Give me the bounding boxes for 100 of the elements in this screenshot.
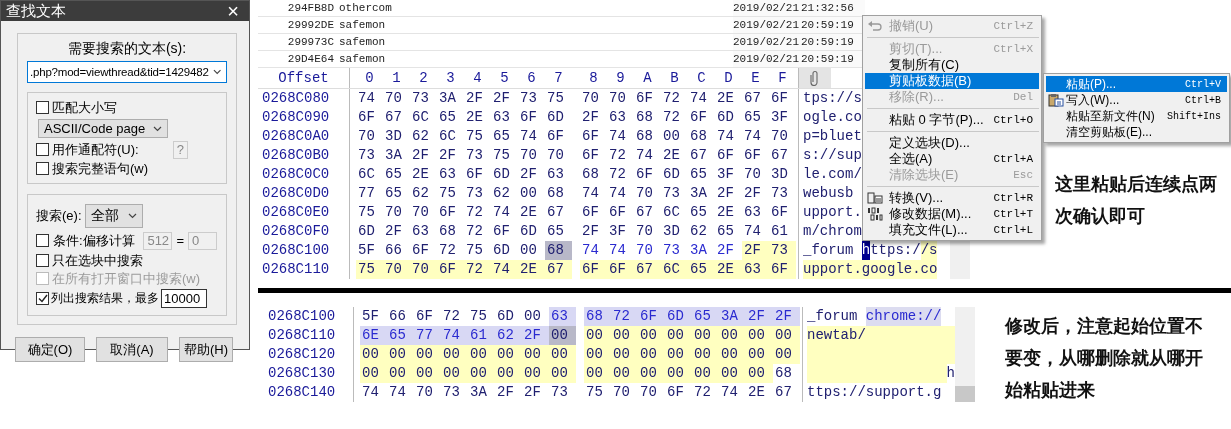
table-cell: 29992DE (258, 17, 338, 34)
hex-byte: 6E (360, 326, 387, 345)
hex-byte: 63 (743, 203, 762, 222)
menu-item[interactable]: 粘贴(P)... Ctrl+V (1046, 76, 1227, 92)
field-label: 需要搜索的文本(s): (66, 40, 188, 58)
checkbox[interactable] (36, 234, 49, 247)
offset-label: 0268C0F0 (258, 222, 350, 241)
hex-byte: 00 (662, 127, 681, 146)
hex-byte: 2E (716, 203, 735, 222)
hex-byte: 3A (384, 146, 403, 165)
hex-byte: 2E (519, 203, 538, 222)
hex-byte: 65 (716, 222, 735, 241)
hex-byte: 2E (747, 383, 766, 402)
hex-byte: 74 (720, 383, 739, 402)
hex-byte: 72 (662, 108, 681, 127)
hex-byte: 62 (495, 326, 522, 345)
offset-label: 0268C0D0 (258, 184, 350, 203)
hex-byte: 3D (770, 165, 789, 184)
hex-byte: 74 (581, 184, 600, 203)
scope-select[interactable]: 全部 (84, 204, 143, 228)
menu-item[interactable]: 复制所有(C) (865, 57, 1039, 73)
hex-byte: 73 (465, 146, 484, 165)
hex-byte: 74 (441, 326, 468, 345)
hex-byte: 3A (469, 383, 488, 402)
search-combo-field[interactable]: .php?mod=viewthread&tid=1429482 (27, 61, 227, 83)
hex-byte: 65 (689, 165, 708, 184)
hex-byte: 73 (442, 383, 461, 402)
menu-item[interactable]: 修改数据(M)... Ctrl+T (865, 206, 1039, 222)
checkbox[interactable] (36, 162, 49, 175)
hex-byte: 74 (689, 89, 708, 108)
hex-byte: 2F (411, 146, 430, 165)
column-header: 7 (553, 69, 564, 88)
menu-item[interactable]: 粘贴 0 字节(P)... Ctrl+O (865, 112, 1039, 128)
menu-item[interactable]: 写入(W)... Ctrl+B (1046, 92, 1227, 108)
hex-byte: 72 (465, 222, 484, 241)
hex-byte: 00 (692, 326, 719, 345)
hex-byte: 00 (719, 326, 746, 345)
menu-item[interactable]: 粘贴至新文件(N) Shift+Ins (1046, 108, 1227, 124)
close-button[interactable]: × (225, 1, 241, 21)
menu-item[interactable]: 填充文件(L)... Ctrl+L (865, 222, 1039, 238)
dialog-button[interactable]: 取消(A) (96, 337, 168, 362)
hex-byte: 6F (607, 260, 634, 279)
hex-byte: 00 (414, 364, 441, 383)
dialog-button[interactable]: 确定(O) (15, 337, 85, 362)
checkbox[interactable] (36, 292, 49, 305)
offset-label: 0268C0A0 (258, 127, 350, 146)
menu-item[interactable]: 转换(V)... Ctrl+R (865, 190, 1039, 206)
hex-byte: 75 (356, 260, 383, 279)
hex-byte: 75 (357, 203, 376, 222)
hex-byte: 6F (666, 383, 685, 402)
hex-byte: 74 (608, 127, 627, 146)
column-header: 9 (615, 69, 626, 88)
hex-byte: 00 (638, 364, 665, 383)
hex-byte: 00 (387, 345, 414, 364)
encoding-select[interactable]: ASCII/Code page (38, 119, 169, 138)
hex-byte: 00 (746, 345, 773, 364)
hex-byte: 72 (442, 307, 461, 326)
checkbox[interactable] (36, 143, 49, 156)
hex-byte: 77 (414, 326, 441, 345)
hex-byte: 00 (549, 364, 576, 383)
hex-byte: 2F (492, 89, 511, 108)
hex-byte: 6F (415, 307, 434, 326)
scrollbar[interactable] (955, 307, 975, 402)
column-header: 8 (588, 69, 599, 88)
hex-byte: 3D (384, 127, 403, 146)
checkbox-label: 搜索完整语句(w) (52, 159, 149, 178)
limit-field[interactable]: 10000 (161, 289, 207, 308)
table-cell: 20:59:19 (801, 17, 865, 34)
hex-byte: 62 (411, 127, 430, 146)
hex-byte: 2F (742, 241, 769, 260)
column-header: 4 (472, 69, 483, 88)
menu-item[interactable]: 剪贴板数据(B) (865, 73, 1039, 89)
dialog-button[interactable]: 帮助(H) (179, 337, 233, 362)
hex-byte: 74 (361, 383, 380, 402)
hex-byte: 74 (581, 241, 600, 260)
checkbox-label: 列出搜索结果，最多 (51, 290, 159, 307)
hex-byte: 6F (465, 165, 484, 184)
hex-byte: 2F (716, 184, 735, 203)
hex-byte: 00 (638, 345, 665, 364)
hex-byte: 3A (689, 184, 708, 203)
checkbox[interactable] (36, 254, 49, 267)
hex-byte: 75 (469, 307, 488, 326)
hex-byte: 65 (692, 307, 719, 326)
column-header: 0 (364, 69, 375, 88)
hex-byte: 75 (438, 184, 457, 203)
hex-byte: 74 (608, 241, 627, 260)
hex-byte: 00 (468, 345, 495, 364)
hex-byte: 74 (608, 184, 627, 203)
hex-byte: 00 (746, 364, 773, 383)
hex-byte: 65 (384, 165, 403, 184)
menu-item[interactable]: 定义选块(D)... (865, 135, 1039, 151)
menu-item[interactable]: 清空剪贴板(E)... (1046, 124, 1227, 140)
checkbox[interactable] (36, 101, 49, 114)
hex-byte: 67 (743, 89, 762, 108)
column-header: E (750, 69, 761, 88)
hex-byte: 6C (662, 203, 681, 222)
hex-byte: 68 (438, 222, 457, 241)
menu-item[interactable]: 全选(A) Ctrl+A (865, 151, 1039, 167)
offset-label: 0268C100 (268, 307, 354, 326)
hex-byte: 74 (388, 383, 407, 402)
